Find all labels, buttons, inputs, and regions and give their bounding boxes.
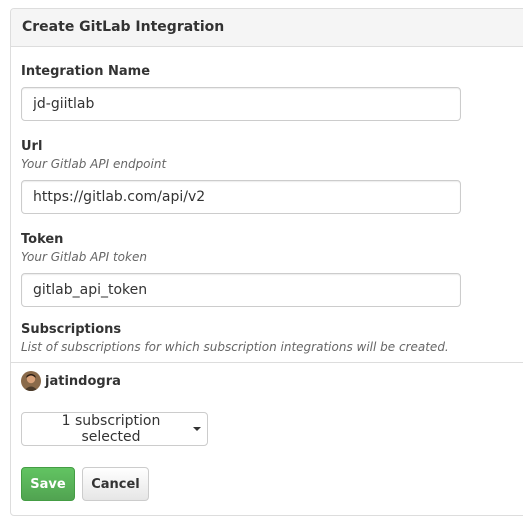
subscription-item: jatindogra bbox=[21, 370, 121, 392]
url-hint: Your Gitlab API endpoint bbox=[21, 157, 167, 171]
subscriptions-label: Subscriptions bbox=[21, 322, 122, 337]
subscriptions-hint: List of subscriptions for which subscrip… bbox=[21, 340, 449, 354]
token-label: Token bbox=[21, 232, 64, 247]
save-button[interactable]: Save bbox=[21, 467, 75, 501]
subscriptions-dropdown-label: 1 subscription selected bbox=[61, 413, 161, 445]
subscriptions-divider bbox=[10, 362, 523, 363]
url-input[interactable] bbox=[21, 180, 461, 214]
caret-down-icon bbox=[193, 427, 201, 431]
user-avatar-icon bbox=[21, 371, 41, 391]
subscriptions-dropdown[interactable]: 1 subscription selected bbox=[21, 412, 208, 446]
panel-title: Create GitLab Integration bbox=[22, 19, 225, 35]
token-hint: Your Gitlab API token bbox=[21, 250, 147, 264]
panel-heading: Create GitLab Integration bbox=[11, 9, 523, 47]
integration-name-input[interactable] bbox=[21, 87, 461, 121]
token-input[interactable] bbox=[21, 273, 461, 307]
integration-name-label: Integration Name bbox=[21, 64, 151, 79]
subscription-name: jatindogra bbox=[45, 373, 121, 389]
url-label: Url bbox=[21, 139, 43, 154]
cancel-button[interactable]: Cancel bbox=[82, 467, 149, 501]
